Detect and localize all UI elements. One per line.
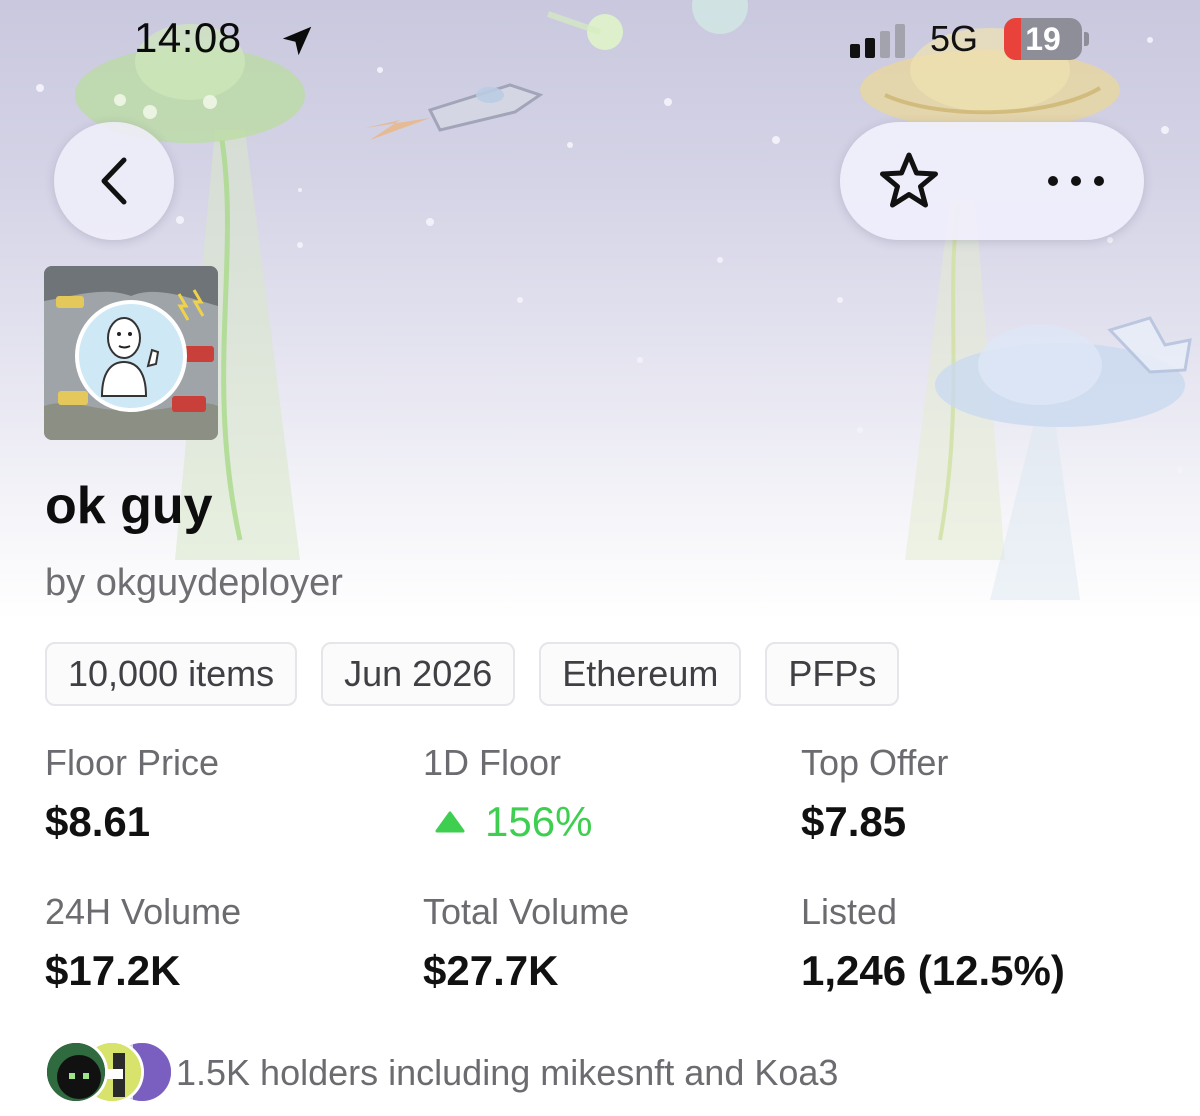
location-arrow-icon bbox=[282, 26, 312, 56]
tag-items: 10,000 items bbox=[45, 642, 298, 706]
network-type: 5G bbox=[930, 18, 979, 59]
holders-summary: 1.5K holders including mikesnft and Koa3 bbox=[176, 1052, 839, 1093]
stat-value: $8.61 bbox=[45, 798, 151, 845]
battery-tip bbox=[1084, 32, 1089, 46]
tag-date: Jun 2026 bbox=[321, 642, 516, 706]
stat-label: Listed bbox=[801, 891, 898, 932]
stat-floor-price: Floor Price $8.61 bbox=[45, 742, 219, 846]
stat-value: $17.2K bbox=[45, 947, 181, 994]
header-actions bbox=[840, 122, 1144, 240]
stat-top-offer: Top Offer $7.85 bbox=[801, 742, 948, 846]
collection-title: ok guy bbox=[45, 477, 213, 535]
more-options-button[interactable] bbox=[1036, 148, 1116, 214]
tag-category[interactable]: PFPs bbox=[765, 642, 900, 706]
stat-value: 156% bbox=[485, 798, 593, 845]
stat-value: $27.7K bbox=[423, 947, 559, 994]
holder-avatar bbox=[44, 1040, 108, 1104]
battery-indicator: 19 bbox=[1004, 18, 1082, 60]
star-icon bbox=[880, 152, 938, 208]
collection-tags: 10,000 items Jun 2026 Ethereum PFPs bbox=[45, 642, 900, 706]
favorite-button[interactable] bbox=[876, 148, 942, 214]
cellular-signal-icon bbox=[850, 24, 905, 58]
back-button[interactable] bbox=[54, 122, 174, 240]
stat-label: Total Volume bbox=[423, 891, 630, 932]
status-time: 14:08 bbox=[134, 14, 242, 61]
stat-total-volume: Total Volume $27.7K bbox=[423, 891, 629, 995]
ellipsis-icon bbox=[1048, 176, 1104, 186]
ok-guy-artwork bbox=[44, 266, 218, 440]
chevron-left-icon bbox=[101, 157, 127, 205]
stat-value: $7.85 bbox=[801, 798, 907, 845]
collection-creator[interactable]: by okguydeployer bbox=[45, 562, 343, 605]
collection-avatar bbox=[44, 266, 218, 440]
stat-24h-volume: 24H Volume $17.2K bbox=[45, 891, 241, 995]
stat-label: Floor Price bbox=[45, 742, 220, 783]
stat-value-change: 156% bbox=[423, 798, 592, 846]
stat-listed: Listed 1,246 (12.5%) bbox=[801, 891, 1065, 995]
stat-label: 24H Volume bbox=[45, 891, 242, 932]
tag-chain: Ethereum bbox=[539, 642, 742, 706]
stat-label: 1D Floor bbox=[423, 742, 562, 783]
triangle-up-icon bbox=[435, 811, 465, 833]
stat-value: 1,246 (12.5%) bbox=[801, 947, 1065, 994]
stat-label: Top Offer bbox=[801, 742, 949, 783]
battery-percent: 19 bbox=[1025, 21, 1061, 57]
stat-1d-floor: 1D Floor 156% bbox=[423, 742, 592, 846]
